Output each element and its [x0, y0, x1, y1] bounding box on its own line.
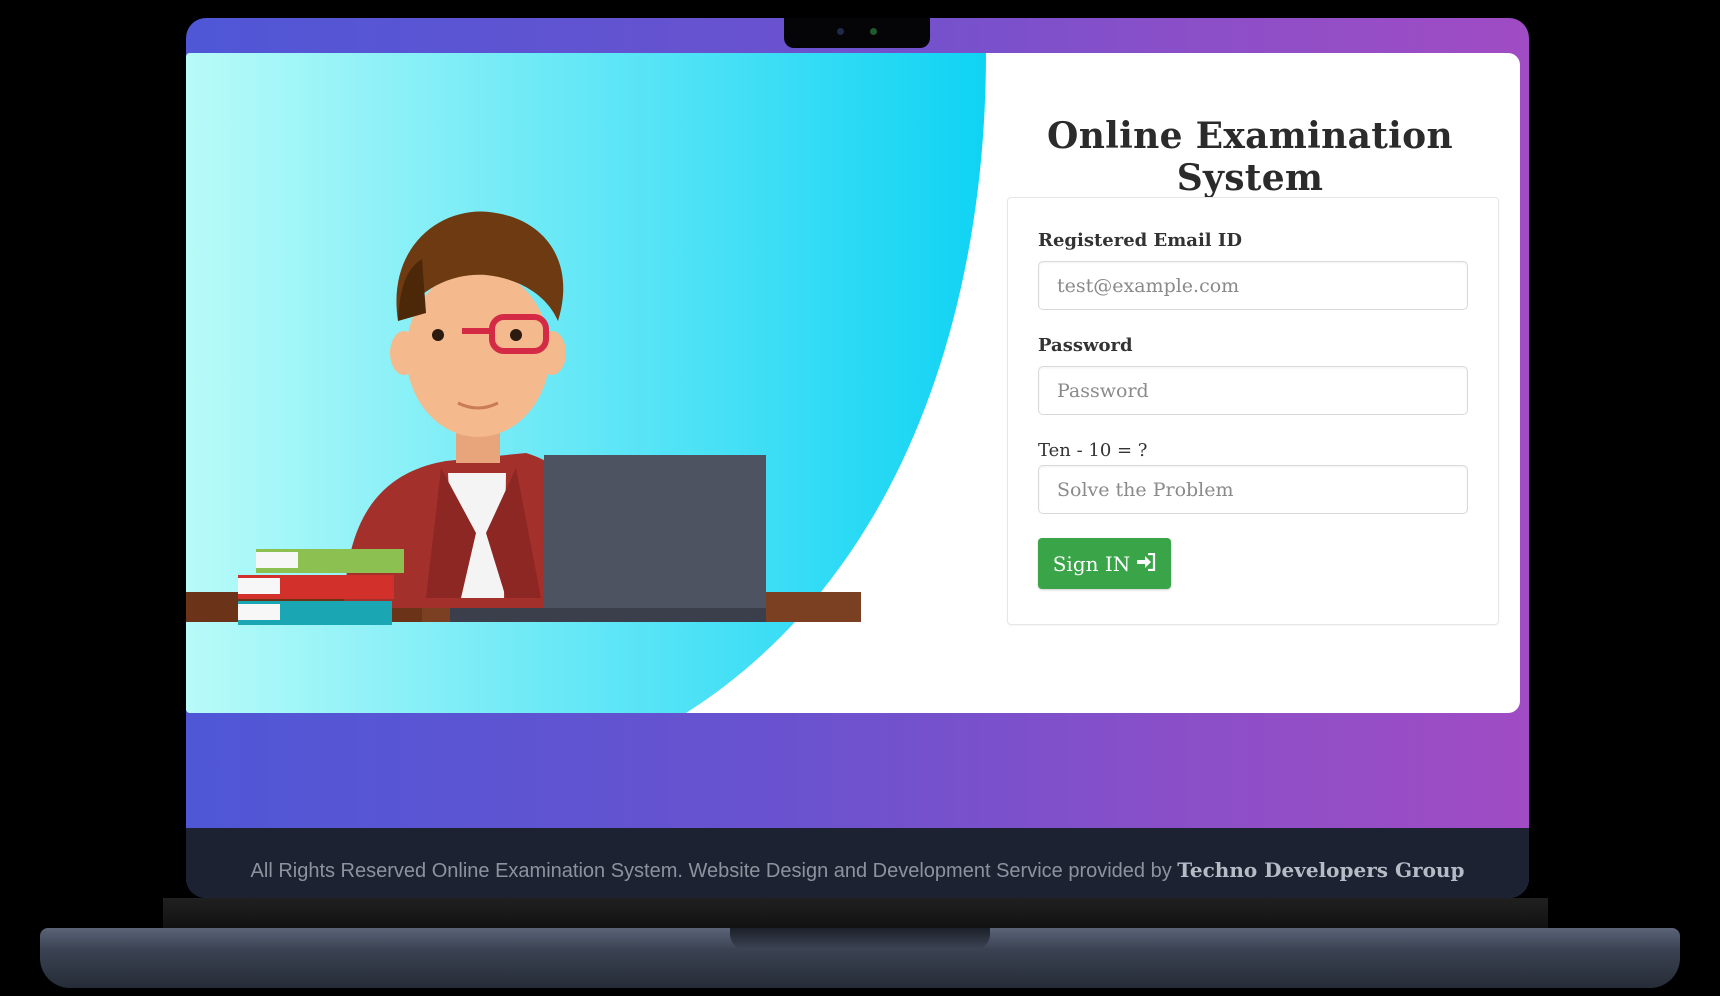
- login-page-card: rect x="222" y="264" width="54" height="…: [186, 53, 1520, 713]
- footer-text: All Rights Reserved Online Examination S…: [250, 860, 1172, 882]
- student-at-laptop-illustration: rect x="222" y="264" width="54" height="…: [186, 53, 986, 713]
- camera-indicator-icon: [870, 28, 877, 35]
- sign-in-button[interactable]: Sign IN: [1038, 538, 1171, 589]
- email-field[interactable]: [1038, 261, 1468, 310]
- sign-in-label: Sign IN: [1052, 551, 1131, 576]
- password-label: Password: [1038, 335, 1133, 356]
- hero-illustration: rect x="222" y="264" width="54" height="…: [186, 53, 986, 713]
- laptop-screen-frame: rect x="222" y="264" width="54" height="…: [186, 18, 1529, 898]
- footer-copyright: All Rights Reserved Online Examination S…: [186, 858, 1529, 883]
- captcha-question: Ten - 10 = ?: [1038, 440, 1148, 461]
- laptop-opening-lip: [730, 928, 990, 950]
- laptop-base: [40, 928, 1680, 988]
- email-label: Registered Email ID: [1038, 230, 1242, 251]
- login-form: Registered Email ID Password Ten - 10 = …: [1007, 197, 1499, 625]
- page-title: Online Examination System: [1047, 115, 1453, 199]
- sign-in-icon: [1136, 552, 1156, 575]
- camera-notch: [784, 18, 930, 48]
- password-field[interactable]: [1038, 366, 1468, 415]
- laptop-hinge: [163, 898, 1548, 930]
- footer-brand-link[interactable]: Techno Developers Group: [1177, 858, 1464, 882]
- camera-icon: [837, 28, 844, 35]
- captcha-answer-field[interactable]: [1038, 465, 1468, 514]
